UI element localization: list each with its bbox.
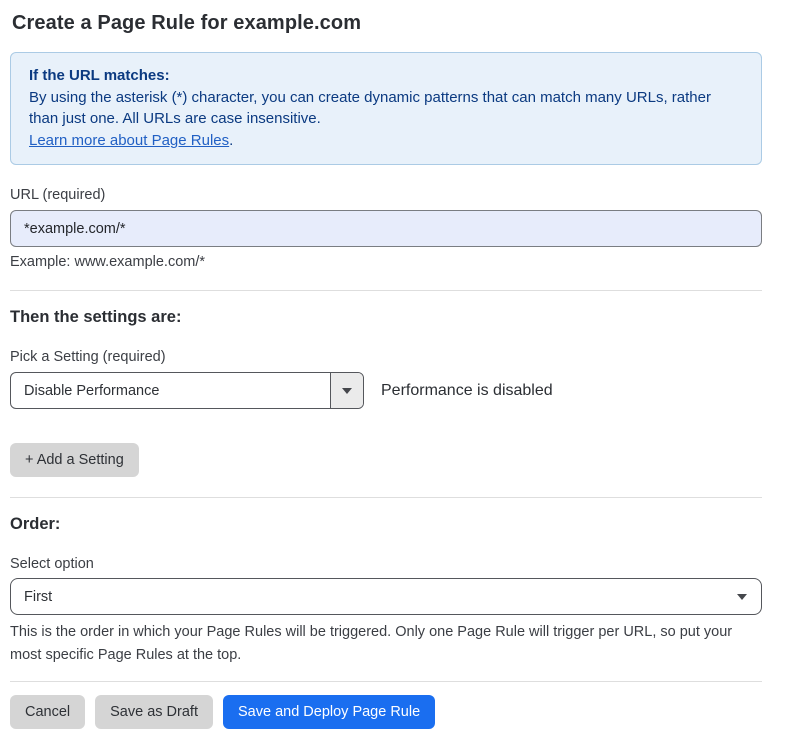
order-helper-text: This is the order in which your Page Rul…: [10, 621, 755, 667]
learn-more-link[interactable]: Learn more about Page Rules: [29, 132, 229, 149]
divider-after-url: [10, 290, 762, 291]
link-period: .: [229, 132, 233, 149]
page-title: Create a Page Rule for example.com: [12, 12, 762, 35]
divider-after-settings: [10, 497, 762, 498]
order-select[interactable]: First: [10, 578, 762, 615]
setting-select-value: Disable Performance: [11, 373, 330, 408]
settings-section-heading: Then the settings are:: [10, 308, 762, 327]
info-box-body: By using the asterisk (*) character, you…: [29, 87, 743, 130]
setting-select-arrow-button[interactable]: [330, 373, 363, 408]
url-example-text: Example: www.example.com/*: [10, 254, 762, 270]
order-section-heading: Order:: [10, 515, 762, 534]
save-as-draft-button[interactable]: Save as Draft: [95, 695, 213, 729]
footer-actions: Cancel Save as Draft Save and Deploy Pag…: [10, 695, 762, 729]
setting-picker-row: Disable Performance Performance is disab…: [10, 372, 762, 409]
url-input[interactable]: [10, 210, 762, 247]
save-and-deploy-button[interactable]: Save and Deploy Page Rule: [223, 695, 435, 729]
chevron-down-icon: [342, 388, 352, 394]
pick-setting-label: Pick a Setting (required): [10, 349, 762, 365]
info-box-heading: If the URL matches:: [29, 65, 743, 87]
url-field-label: URL (required): [10, 187, 762, 203]
cancel-button[interactable]: Cancel: [10, 695, 85, 729]
info-box-link-line: Learn more about Page Rules.: [29, 130, 743, 152]
add-setting-button[interactable]: + Add a Setting: [10, 443, 139, 477]
setting-select[interactable]: Disable Performance: [10, 372, 364, 409]
order-select-label: Select option: [10, 556, 762, 572]
chevron-down-icon: [737, 594, 747, 600]
order-select-value: First: [24, 589, 52, 605]
create-page-rule-form: Create a Page Rule for example.com If th…: [0, 0, 790, 729]
setting-status-text: Performance is disabled: [381, 382, 553, 400]
url-matches-info-box: If the URL matches: By using the asteris…: [10, 52, 762, 165]
divider-before-footer: [10, 681, 762, 682]
